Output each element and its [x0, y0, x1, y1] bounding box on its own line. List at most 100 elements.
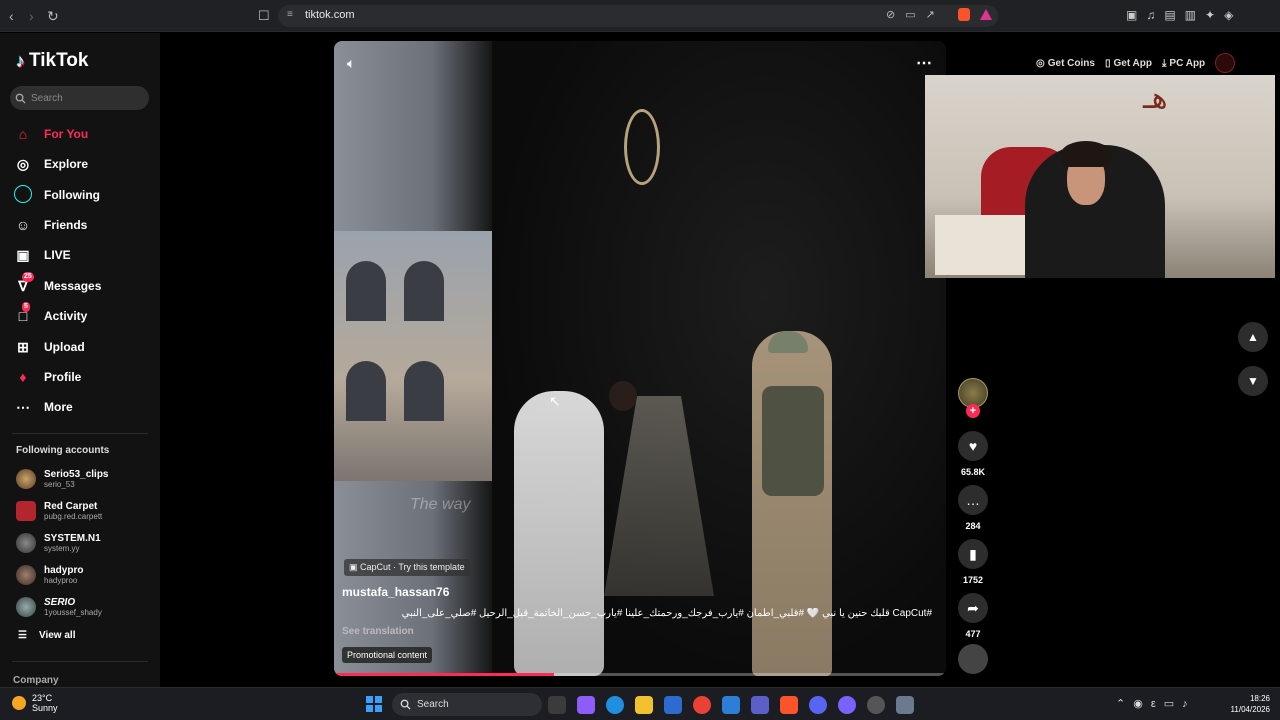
- weather-condition: Sunny: [32, 703, 58, 713]
- nav-label: Profile: [44, 370, 82, 384]
- account-item[interactable]: hadypro hadyproo: [16, 563, 83, 587]
- search-input[interactable]: Search: [10, 86, 149, 110]
- save-button[interactable]: ▮ 1752: [956, 539, 990, 585]
- file-explorer-icon[interactable]: [635, 696, 653, 714]
- follow-button[interactable]: +: [966, 404, 980, 418]
- copilot-icon[interactable]: [577, 696, 595, 714]
- edge-icon[interactable]: [606, 696, 624, 714]
- company-link[interactable]: Company: [13, 675, 59, 686]
- search-placeholder: Search: [31, 92, 63, 104]
- user-avatar[interactable]: [1215, 53, 1236, 73]
- system-tray[interactable]: ⌃◉ε▭♪: [1116, 697, 1196, 710]
- capcut-label: CapCut · Try this template: [360, 562, 465, 572]
- top-actions: ◎ Get Coins ▯ Get App ⤓ PC App: [1036, 52, 1236, 74]
- logo-text: TikTok: [29, 50, 89, 71]
- account-handle: system.yy: [44, 544, 80, 553]
- account-handle: pubg.red.carpett: [44, 512, 103, 521]
- windows-start-icon[interactable]: [366, 696, 382, 712]
- taskbar-search[interactable]: Search: [392, 693, 542, 716]
- more-options-icon[interactable]: ⋯: [916, 53, 932, 73]
- bookmark-icon[interactable]: ☐: [258, 8, 270, 24]
- share-button[interactable]: ➦ 477: [956, 593, 990, 639]
- next-video-button[interactable]: ▼: [1238, 366, 1268, 396]
- forward-icon[interactable]: ›: [29, 8, 34, 24]
- messages-icon: ∇ 25: [18, 271, 34, 294]
- back-icon[interactable]: ‹: [9, 8, 14, 24]
- nav-explore[interactable]: ◎ Explore: [14, 152, 88, 176]
- nav-label: Following: [44, 188, 100, 202]
- video-watermark: The way: [410, 496, 471, 513]
- nav-friends[interactable]: ☺ Friends: [14, 213, 88, 237]
- clock[interactable]: 18:26 11/04/2026: [1222, 693, 1270, 715]
- teams-icon[interactable]: [751, 696, 769, 714]
- comment-button[interactable]: … 284: [956, 485, 990, 531]
- nav-label: More: [44, 400, 73, 414]
- account-name: Red Carpet: [44, 501, 98, 512]
- windows-taskbar: 23°C Sunny Search ⌃◉ε▭♪ 18:26 11/04/2026: [0, 687, 1280, 720]
- avatar: [16, 597, 36, 617]
- divider: [12, 433, 148, 434]
- discord-icon[interactable]: [809, 696, 827, 714]
- promotional-badge: Promotional content: [342, 647, 433, 663]
- video-author[interactable]: mustafa_hassan76: [342, 585, 449, 599]
- capcut-template-tag[interactable]: ▣ CapCut · Try this template: [344, 559, 470, 576]
- nav-upload[interactable]: ⊞ Upload: [14, 335, 85, 359]
- avatar: [16, 469, 36, 489]
- chrome-icon[interactable]: [693, 696, 711, 714]
- rewards-icon[interactable]: [980, 9, 992, 20]
- like-count: 65.8K: [960, 467, 986, 477]
- get-coins-label: Get Coins: [1047, 57, 1095, 69]
- following-accounts-title: Following accounts: [16, 445, 110, 456]
- mouse-cursor-icon: ↖: [549, 393, 561, 409]
- app-icon[interactable]: [867, 696, 885, 714]
- account-item[interactable]: Red Carpet pubg.red.carpett: [16, 499, 102, 523]
- site-settings-icon[interactable]: ≡: [287, 9, 293, 20]
- get-coins-button[interactable]: ◎ Get Coins: [1036, 58, 1095, 69]
- reload-icon[interactable]: ↻: [47, 8, 59, 25]
- nav-live[interactable]: ▣ LIVE: [14, 243, 71, 267]
- activity-icon: □ 5: [18, 302, 30, 324]
- music-disc-icon[interactable]: [958, 644, 988, 674]
- tiktok-logo[interactable]: ♪ TikTok: [16, 50, 88, 72]
- weather-widget[interactable]: 23°C Sunny: [12, 693, 58, 713]
- nav-more[interactable]: ⋯ More: [14, 395, 73, 419]
- account-name: hadypro: [44, 565, 84, 576]
- brave-icon[interactable]: [780, 696, 798, 714]
- nav-for-you[interactable]: ⌂ For You: [14, 122, 88, 146]
- see-translation-link[interactable]: See translation: [342, 626, 414, 637]
- nav-label: Friends: [44, 218, 88, 232]
- browser-extensions[interactable]: ▣♫▤▥✦◈: [1126, 8, 1242, 22]
- nav-following[interactable]: Following: [14, 183, 100, 207]
- pc-app-button[interactable]: ⤓ PC App: [1162, 58, 1205, 69]
- account-name: SYSTEM.N1: [44, 533, 101, 544]
- wall-decoration: هـ: [1143, 81, 1168, 116]
- nav-activity[interactable]: □ 5 Activity: [14, 302, 87, 328]
- get-app-button[interactable]: ▯ Get App: [1105, 58, 1152, 69]
- webcam-overlay: هـ: [925, 75, 1275, 278]
- sidebar: ♪ TikTok Search ⌂ For You ◎ Explore Foll…: [0, 33, 160, 687]
- address-bar-actions[interactable]: ⊘▭↗: [886, 8, 945, 21]
- mail-icon[interactable]: [722, 696, 740, 714]
- store-icon[interactable]: [664, 696, 682, 714]
- view-all-link[interactable]: ☰ View all: [18, 630, 75, 641]
- volume-icon[interactable]: 🔈︎: [347, 55, 355, 72]
- app-icon[interactable]: [838, 696, 856, 714]
- nav-messages[interactable]: ∇ 25 Messages: [14, 271, 101, 298]
- video-gold-ornament: [624, 109, 660, 185]
- account-item[interactable]: Serio53_clips serio_53: [16, 467, 108, 491]
- account-item[interactable]: SYSTEM.N1 system.yy: [16, 531, 101, 555]
- brave-shield-icon[interactable]: [958, 8, 970, 21]
- task-view-icon[interactable]: [548, 696, 566, 714]
- settings-icon[interactable]: [896, 696, 914, 714]
- heart-icon: ♥: [958, 431, 988, 461]
- video-person: [514, 381, 637, 676]
- divider: [12, 661, 148, 662]
- nav-label: LIVE: [44, 248, 71, 262]
- nav-profile[interactable]: ♦ Profile: [14, 365, 81, 389]
- video-guard: [752, 331, 832, 676]
- nav-label: Upload: [44, 340, 85, 354]
- video-player[interactable]: The way ↖ 🔈︎ ⋯ ▣ CapCut · Try this templ…: [334, 41, 946, 676]
- previous-video-button[interactable]: ▲: [1238, 322, 1268, 352]
- like-button[interactable]: ♥ 65.8K: [956, 431, 990, 477]
- account-item[interactable]: SERIO 1youssef_shady: [16, 595, 102, 619]
